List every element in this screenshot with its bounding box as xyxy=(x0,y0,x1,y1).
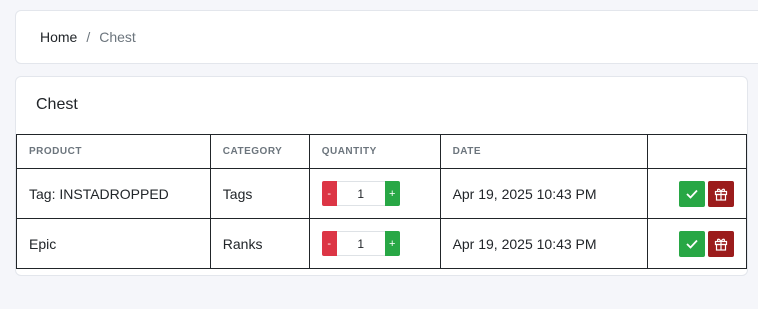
increase-quantity-button[interactable]: + xyxy=(384,231,400,256)
actions-cell xyxy=(647,168,747,219)
table-row: Tag: INSTADROPPED Tags - + Apr 19, 2025 … xyxy=(16,168,747,219)
header-actions xyxy=(647,134,747,169)
quantity-input[interactable] xyxy=(336,231,385,256)
breadcrumb: Home / Chest xyxy=(15,10,758,64)
gift-icon xyxy=(714,188,728,201)
chest-table: PRODUCT CATEGORY QUANTITY DATE Tag: INST… xyxy=(16,134,747,269)
quantity-cell: - + xyxy=(308,168,441,219)
decrease-quantity-button[interactable]: - xyxy=(321,231,337,256)
quantity-input[interactable] xyxy=(336,181,385,206)
table-row: Epic Ranks - + Apr 19, 2025 10:43 PM xyxy=(16,218,747,269)
breadcrumb-home-link[interactable]: Home xyxy=(40,29,77,45)
chest-card: Chest PRODUCT CATEGORY QUANTITY DATE Tag… xyxy=(15,76,748,276)
quantity-stepper: - + xyxy=(321,181,440,206)
breadcrumb-current: Chest xyxy=(99,29,136,45)
product-cell: Epic xyxy=(16,218,211,269)
check-icon xyxy=(686,189,698,199)
breadcrumb-separator: / xyxy=(86,29,91,45)
product-cell: Tag: INSTADROPPED xyxy=(16,168,211,219)
header-product: PRODUCT xyxy=(16,134,211,169)
claim-button[interactable] xyxy=(679,230,705,257)
actions-cell xyxy=(647,218,747,269)
category-cell: Tags xyxy=(209,168,310,219)
check-icon xyxy=(686,239,698,249)
gift-button[interactable] xyxy=(708,230,734,257)
card-title: Chest xyxy=(36,96,78,113)
header-category: CATEGORY xyxy=(209,134,310,169)
quantity-stepper: - + xyxy=(321,231,440,256)
header-date: DATE xyxy=(439,134,649,169)
quantity-cell: - + xyxy=(308,218,441,269)
claim-button[interactable] xyxy=(679,180,705,207)
gift-button[interactable] xyxy=(708,180,734,207)
decrease-quantity-button[interactable]: - xyxy=(321,181,337,206)
increase-quantity-button[interactable]: + xyxy=(384,181,400,206)
gift-icon xyxy=(714,238,728,251)
table-header-row: PRODUCT CATEGORY QUANTITY DATE xyxy=(16,134,747,169)
header-quantity: QUANTITY xyxy=(308,134,441,169)
date-cell: Apr 19, 2025 10:43 PM xyxy=(439,218,649,269)
category-cell: Ranks xyxy=(209,218,310,269)
date-cell: Apr 19, 2025 10:43 PM xyxy=(439,168,649,219)
